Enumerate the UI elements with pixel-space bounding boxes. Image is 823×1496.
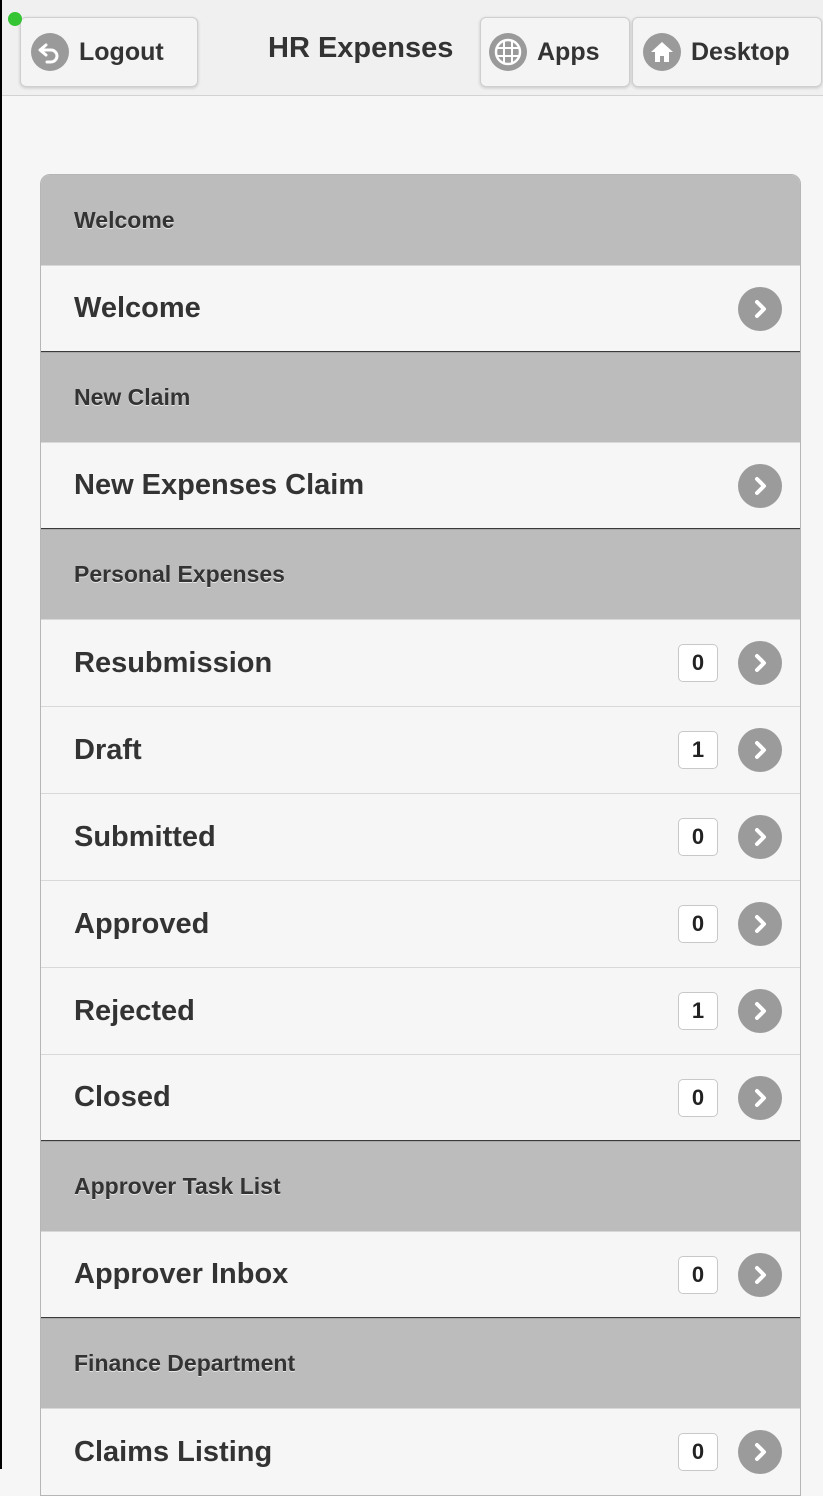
chevron-right-icon [738,1430,782,1474]
list-item-label: Claims Listing [74,1435,273,1468]
count-badge: 1 [678,731,718,769]
chevron-right-icon [738,641,782,685]
list-item-submitted[interactable]: Submitted 0 [41,793,800,880]
apps-button[interactable]: Apps [480,17,630,87]
list-item-new-expenses-claim[interactable]: New Expenses Claim [41,442,800,529]
home-icon [643,33,681,71]
list-item-approver-inbox[interactable]: Approver Inbox 0 [41,1231,800,1318]
list-item-label: New Expenses Claim [74,469,365,501]
chevron-right-icon [738,1075,782,1120]
list-item-approved[interactable]: Approved 0 [41,880,800,967]
count-badge: 0 [678,905,718,943]
list-item-draft[interactable]: Draft 1 [41,706,800,793]
chevron-right-icon [738,286,782,331]
count-badge: 0 [678,1078,718,1117]
back-arrow-icon [31,33,69,71]
page-title: HR Expenses [268,32,454,64]
list-item-label: Closed [74,1081,171,1113]
chevron-right-icon [738,728,782,772]
list-divider: New Claim [41,352,800,442]
count-badge: 0 [678,1433,718,1471]
list-divider: Finance Department [41,1318,800,1408]
list-item-label: Approver Inbox [74,1258,289,1290]
logout-label: Logout [79,37,164,66]
list-divider: Approver Task List [41,1141,800,1231]
list-item-claims-listing[interactable]: Claims Listing 0 [41,1408,800,1495]
list-item-label: Rejected [74,994,195,1027]
apps-label: Apps [537,37,600,66]
list-item-welcome[interactable]: Welcome [41,265,800,352]
list-divider: Personal Expenses [41,529,800,619]
status-indicator [8,12,22,26]
list-divider: Welcome [41,175,800,265]
count-badge: 1 [678,992,718,1030]
count-badge: 0 [678,1255,718,1294]
list-item-label: Welcome [74,292,201,324]
list-item-closed[interactable]: Closed 0 [41,1054,800,1141]
chevron-right-icon [738,989,782,1033]
chevron-right-icon [738,463,782,508]
list-item-label: Resubmission [74,646,273,679]
chevron-right-icon [738,1252,782,1297]
list-item-label: Approved [74,907,210,940]
logout-button[interactable]: Logout [20,17,198,87]
chevron-right-icon [738,902,782,946]
grid-icon [489,33,527,71]
chevron-right-icon [738,815,782,859]
desktop-button[interactable]: Desktop [632,17,822,87]
list-item-resubmission[interactable]: Resubmission 0 [41,619,800,706]
count-badge: 0 [678,818,718,856]
list-item-label: Draft [74,733,142,766]
header-bar: Logout HR Expenses Apps Desktop [2,0,823,96]
desktop-label: Desktop [691,37,790,66]
list-item-rejected[interactable]: Rejected 1 [41,967,800,1054]
menu-list: Welcome Welcome New Claim New Expenses C… [40,174,801,1496]
list-item-label: Submitted [74,820,216,853]
count-badge: 0 [678,644,718,682]
